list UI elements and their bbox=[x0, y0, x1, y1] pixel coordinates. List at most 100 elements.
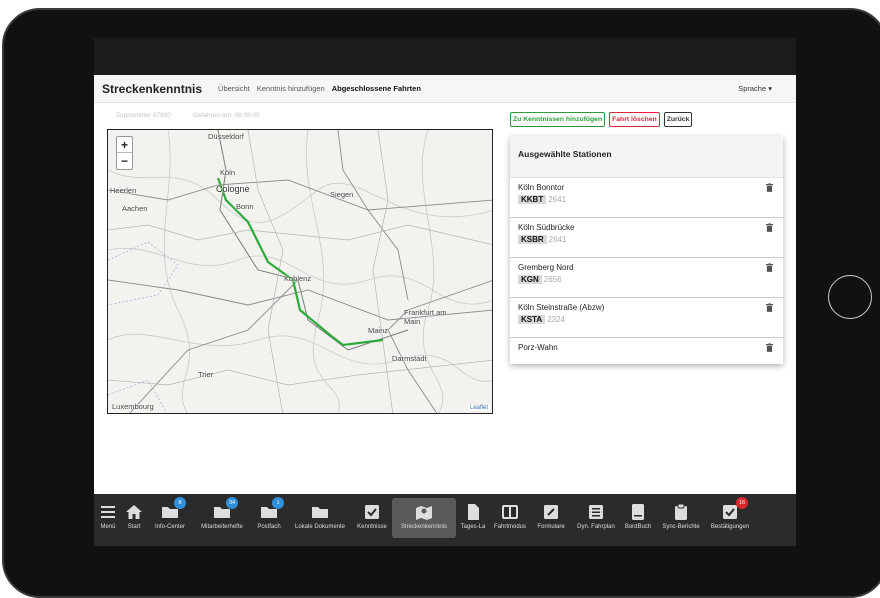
nav-streckenkenntnis[interactable]: Streckenkenntnis bbox=[392, 498, 456, 538]
app-header: Streckenkenntnis Übersicht Kenntnis hinz… bbox=[94, 75, 796, 103]
trip-actions: Zu Kenntnissen hinzufügen Fahrt löschen … bbox=[510, 112, 693, 127]
nav-label: Postfach bbox=[257, 524, 281, 530]
trash-icon[interactable] bbox=[766, 343, 773, 352]
map-label-aachen: Aachen bbox=[122, 204, 148, 213]
add-to-knowledge-button[interactable]: Zu Kenntnissen hinzufügen bbox=[510, 112, 606, 127]
map-label-trier: Trier bbox=[198, 370, 214, 379]
notification-badge: 8 bbox=[174, 497, 186, 509]
station-name: Gremberg Nord bbox=[518, 263, 574, 272]
map-label-heerlen: Heerlen bbox=[110, 186, 137, 195]
nav-bordbuch[interactable]: BordBuch bbox=[620, 503, 656, 530]
screen: Streckenkenntnis Übersicht Kenntnis hinz… bbox=[94, 38, 796, 546]
route-map[interactable]: + − Düsseldorf Köln Cologne Bonn Heerlen… bbox=[107, 129, 493, 414]
nav-kenntnisse[interactable]: Kenntnisse bbox=[352, 503, 392, 530]
station-number: 2324 bbox=[547, 315, 565, 324]
station-name: Köln Südbrücke bbox=[518, 223, 575, 232]
document-icon bbox=[468, 504, 479, 520]
nav-bestaetigungen[interactable]: 16 Bestätigungen bbox=[706, 497, 754, 530]
nav-mitarbeiterhefte[interactable]: 34 Mitarbeiterhefte bbox=[194, 497, 250, 530]
map-label-frankfurt: Frankfurt am Main bbox=[404, 308, 447, 326]
nav-label: Info-Center bbox=[154, 524, 185, 530]
station-number: 2641 bbox=[548, 235, 567, 244]
home-button[interactable] bbox=[828, 275, 872, 319]
trash-icon[interactable] bbox=[766, 223, 773, 232]
clipboard-icon bbox=[675, 503, 687, 520]
station-number: 2641 bbox=[548, 195, 567, 204]
nav-label: Tages-La bbox=[460, 524, 486, 530]
nav-label: Lokale Dokumente bbox=[294, 524, 346, 530]
zoom-control: + − bbox=[116, 136, 133, 170]
station-code: KGN bbox=[518, 275, 542, 284]
map-label-mainz: Mainz bbox=[368, 326, 389, 335]
station-name: Köln Bonntor bbox=[518, 183, 565, 192]
station-code: KSBR bbox=[518, 235, 547, 244]
station-code: KSTA bbox=[518, 315, 546, 324]
station-number: 2656 bbox=[543, 275, 562, 284]
nav-overview[interactable]: Übersicht bbox=[218, 84, 250, 93]
trip-meta: Zugnummer 67890 Gefahren am: 08.06.05 bbox=[116, 112, 260, 119]
trash-icon[interactable] bbox=[766, 303, 773, 312]
train-number: Zugnummer 67890 bbox=[116, 112, 171, 119]
trash-icon[interactable] bbox=[766, 183, 773, 192]
nav-label: Start bbox=[127, 524, 141, 530]
check-square-icon bbox=[365, 505, 379, 519]
nav-label: Streckenkenntnis bbox=[400, 524, 448, 530]
nav-completed-trips[interactable]: Abgeschlossene Fahrten bbox=[332, 84, 421, 93]
back-button[interactable]: Zurück bbox=[663, 112, 693, 127]
notification-badge: 1 bbox=[272, 497, 284, 509]
station-item: Porz-Wahn bbox=[510, 338, 783, 362]
menu-label: Menü bbox=[100, 524, 116, 530]
nav-label: Bestätigungen bbox=[710, 524, 750, 530]
map-label-bonn: Bonn bbox=[236, 202, 254, 211]
nav-sync-berichte[interactable]: Sync-Berichte bbox=[656, 503, 706, 530]
hamburger-icon bbox=[101, 506, 115, 518]
nav-label: Dyn. Fahrplan bbox=[577, 524, 615, 530]
station-item: Gremberg Nord KGN 2656 bbox=[510, 258, 783, 298]
nav-postfach[interactable]: 1 Postfach bbox=[250, 497, 288, 530]
bottom-navigation: Menü Start 8 Info-Center 34 Mitarbeiterh… bbox=[94, 494, 796, 546]
nav-start[interactable]: Start bbox=[122, 503, 146, 530]
map-label-cologne: Cologne bbox=[216, 184, 250, 194]
nav-label: Kenntnisse bbox=[357, 524, 387, 530]
panel-heading: Ausgewählte Stationen bbox=[510, 136, 783, 178]
trash-icon[interactable] bbox=[766, 263, 773, 272]
station-item: Köln Steinstraße (Abzw) KSTA 2324 bbox=[510, 298, 783, 338]
menu-button[interactable]: Menü bbox=[94, 503, 122, 530]
nav-add-knowledge[interactable]: Kenntnis hinzufügen bbox=[257, 84, 325, 93]
language-dropdown[interactable]: Sprache ▾ bbox=[738, 84, 772, 93]
list-icon bbox=[589, 505, 603, 519]
notification-badge: 34 bbox=[226, 497, 238, 509]
map-pin-icon bbox=[416, 506, 432, 520]
zoom-out-button[interactable]: − bbox=[117, 153, 132, 169]
nav-label: Fahrtmodus bbox=[493, 524, 526, 530]
home-icon bbox=[126, 505, 142, 519]
nav-label: Mitarbeiterhefte bbox=[201, 524, 243, 530]
app-title: Streckenkenntnis bbox=[102, 81, 203, 96]
map-tiles bbox=[108, 130, 492, 413]
leaflet-attribution[interactable]: Leaflet bbox=[467, 405, 490, 411]
nav-tages-la[interactable]: Tages-La bbox=[456, 503, 490, 530]
nav-info-center[interactable]: 8 Info-Center bbox=[146, 497, 194, 530]
nav-formulare[interactable]: Formulare bbox=[530, 503, 572, 530]
book-icon bbox=[632, 504, 644, 520]
station-name: Porz-Wahn bbox=[518, 343, 558, 352]
station-item: Köln Südbrücke KSBR 2641 bbox=[510, 218, 783, 258]
map-label-koblenz: Koblenz bbox=[284, 274, 312, 283]
nav-fahrtmodus[interactable]: Fahrtmodus bbox=[490, 503, 530, 530]
map-label-luxembourg: Luxembourg bbox=[112, 402, 154, 411]
zoom-in-button[interactable]: + bbox=[117, 137, 132, 153]
folder-icon bbox=[312, 507, 328, 518]
pencil-square-icon bbox=[544, 505, 558, 519]
trip-date: Gefahren am: 08.06.05 bbox=[192, 112, 260, 119]
map-label-siegen: Siegen bbox=[330, 190, 354, 199]
notification-badge: 16 bbox=[736, 497, 748, 509]
status-bar bbox=[94, 38, 796, 75]
columns-icon bbox=[502, 505, 518, 519]
nav-dyn-fahrplan[interactable]: Dyn. Fahrplan bbox=[572, 503, 620, 530]
selected-stations-panel: Ausgewählte Stationen Köln Bonntor KKBT 2… bbox=[510, 136, 783, 364]
nav-local-documents[interactable]: Lokale Dokumente bbox=[288, 503, 352, 530]
delete-trip-button[interactable]: Fahrt löschen bbox=[609, 112, 660, 127]
station-code: KKBT bbox=[518, 195, 547, 204]
map-label-koeln: Köln bbox=[220, 168, 236, 177]
nav-label: Sync-Berichte bbox=[662, 524, 700, 530]
